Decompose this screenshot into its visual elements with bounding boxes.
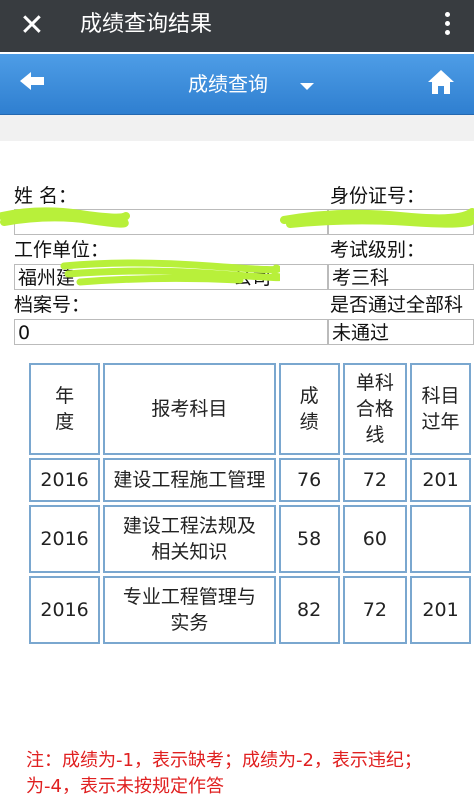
cell-score: 76 [278, 458, 340, 502]
file-number-value: 0 [18, 322, 31, 344]
file-number-field: 0 [14, 319, 328, 345]
home-icon[interactable] [426, 68, 456, 98]
table-row: 2016 建设工程法规及相关知识 58 60 [29, 505, 471, 573]
exam-level-value: 考三科 [332, 267, 390, 289]
header-year: 年 度 [29, 363, 101, 455]
exam-level-label: 考试级别： [330, 239, 426, 261]
screen: ✕ 成绩查询结果 成绩查询 姓 名： 身份证号： 工作单位： 考试级别： 福州建… [0, 0, 474, 802]
redaction-scribble [280, 208, 474, 228]
score-table: 年 度 报考科目 成 绩 单科 合格 线 科目 过年 2016 建设工程施工管理… [26, 360, 474, 647]
passed-all-value: 未通过 [332, 322, 390, 344]
note-line-1: 注：成绩为-1，表示缺考；成绩为-2，表示违纪； [26, 750, 422, 771]
nav-title[interactable]: 成绩查询 [188, 70, 268, 98]
passed-all-field: 未通过 [328, 319, 474, 345]
file-number-label: 档案号： [14, 294, 91, 316]
cell-pass-line: 72 [342, 458, 408, 502]
table-row: 2016 专业工程管理与实务 82 72 201 [29, 576, 471, 644]
header-score: 成 绩 [278, 363, 340, 455]
table-row: 2016 建设工程施工管理 76 72 201 [29, 458, 471, 502]
chevron-down-icon[interactable] [300, 83, 314, 90]
back-arrow-icon[interactable] [16, 68, 50, 98]
header-pass-line: 单科 合格 线 [342, 363, 408, 455]
cell-subject: 建设工程法规及相关知识 [103, 505, 276, 573]
cell-subject: 专业工程管理与实务 [103, 576, 276, 644]
note-text: 注：成绩为-1，表示缺考；成绩为-2，表示违纪； 为-4，表示未按规定作答 [26, 748, 474, 800]
cell-score: 82 [278, 576, 340, 644]
header-extra: 科目 过年 [410, 363, 471, 455]
close-icon[interactable]: ✕ [14, 8, 50, 44]
nav-bar: 成绩查询 [0, 54, 474, 115]
cell-subject: 建设工程施工管理 [103, 458, 276, 502]
cell-pass-line: 72 [342, 576, 408, 644]
cell-extra: 201 [410, 576, 471, 644]
cell-score: 58 [278, 505, 340, 573]
passed-all-label: 是否通过全部科 [330, 294, 464, 316]
more-vertical-icon[interactable] [438, 8, 456, 44]
table-header-row: 年 度 报考科目 成 绩 单科 合格 线 科目 过年 [29, 363, 471, 455]
cell-extra [410, 505, 471, 573]
app-bar-title: 成绩查询结果 [80, 12, 213, 37]
redaction-scribble [60, 259, 280, 286]
exam-level-field: 考三科 [328, 264, 474, 290]
cell-extra: 201 [410, 458, 471, 502]
section-spacer [0, 115, 474, 141]
note-line-2: 为-4，表示未按规定作答 [26, 776, 224, 797]
redaction-scribble [0, 207, 130, 228]
app-bar: ✕ 成绩查询结果 [0, 0, 474, 52]
cell-year: 2016 [29, 505, 101, 573]
cell-year: 2016 [29, 576, 101, 644]
header-subject: 报考科目 [103, 363, 276, 455]
cell-pass-line: 60 [342, 505, 408, 573]
cell-year: 2016 [29, 458, 101, 502]
